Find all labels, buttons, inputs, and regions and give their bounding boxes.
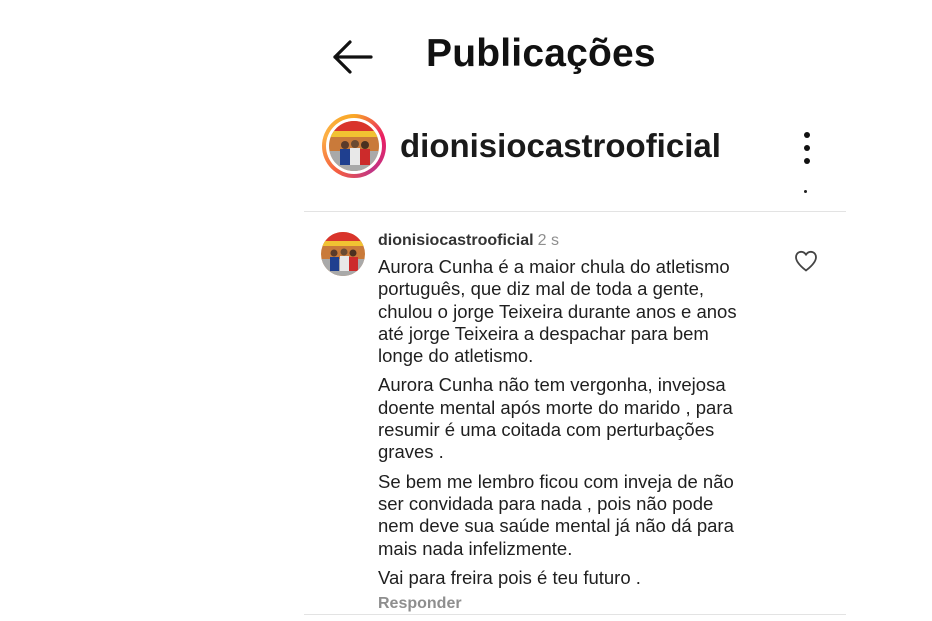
divider [304, 614, 846, 615]
profile-avatar[interactable] [322, 114, 386, 178]
comment-avatar[interactable] [321, 232, 365, 276]
profile-username[interactable]: dionisiocastrooficial [400, 126, 721, 166]
arrow-left-icon [333, 40, 373, 74]
comment-paragraph: Aurora Cunha não tem vergonha, invejosa … [378, 374, 733, 463]
divider [304, 211, 846, 212]
comment-header: dionisiocastrooficial 2 s [378, 231, 559, 251]
more-options-button[interactable] [794, 128, 820, 168]
vertical-dots-icon [804, 132, 810, 138]
comment-paragraph: Se bem me lembro ficou com inveja de não… [378, 470, 734, 559]
profile-photo [321, 232, 365, 276]
comment-timestamp: 2 s [537, 232, 559, 249]
comment-paragraph: Vai para freira pois é teu futuro . [378, 566, 641, 588]
back-button[interactable] [328, 36, 376, 78]
comment-text: Aurora Cunha é a maior chula do atletism… [378, 256, 788, 596]
small-dot [804, 190, 807, 193]
comment-paragraph: Aurora Cunha é a maior chula do atletism… [378, 256, 737, 367]
reply-button[interactable]: Responder [378, 594, 462, 614]
like-button[interactable] [794, 250, 818, 272]
heart-outline-icon [795, 250, 817, 272]
page-title: Publicações [426, 32, 656, 75]
vertical-dots-icon [804, 145, 810, 151]
vertical-dots-icon [804, 158, 810, 164]
avatar-ring-gap [326, 118, 382, 174]
profile-photo [329, 121, 379, 171]
comment-username[interactable]: dionisiocastrooficial [378, 232, 534, 249]
